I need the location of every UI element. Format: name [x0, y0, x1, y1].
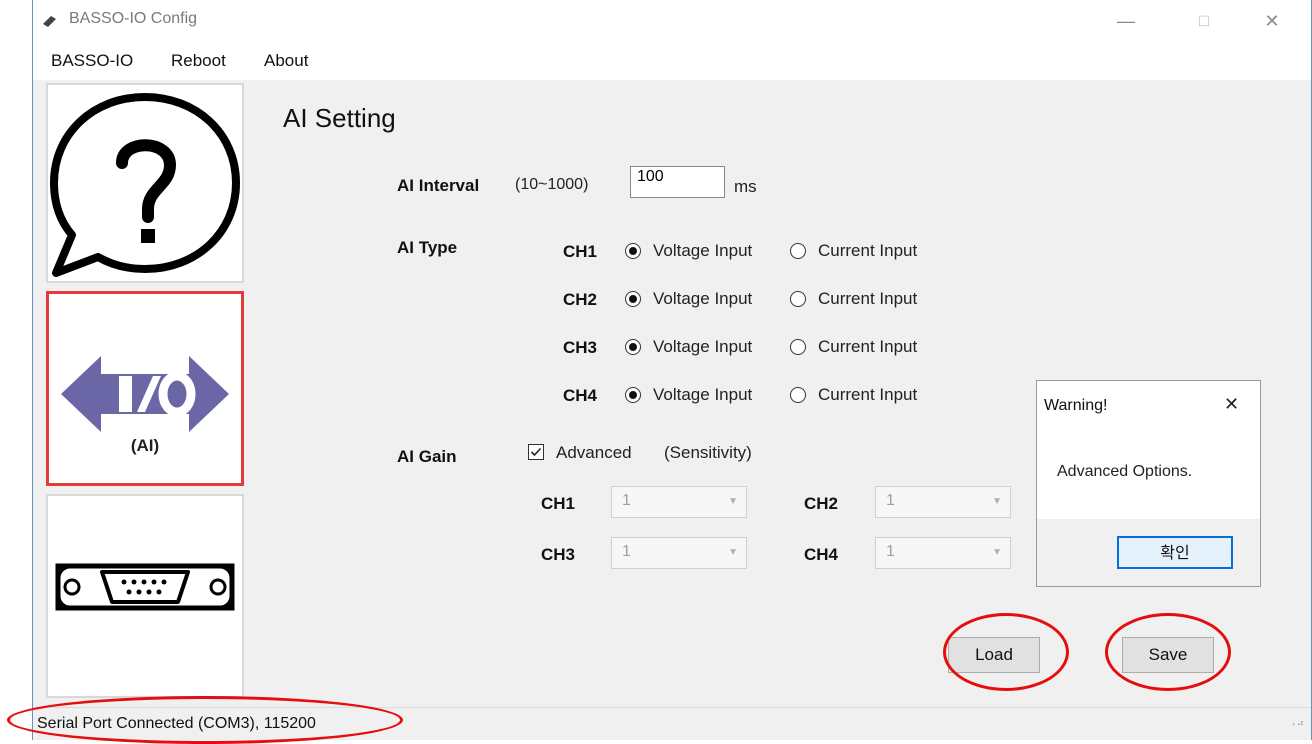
help-bubble-icon [50, 93, 240, 277]
gain-ch4-value: 1 [886, 543, 895, 560]
sidebar-item-serial[interactable] [46, 494, 244, 698]
ch3-current-radio[interactable] [790, 339, 806, 355]
sidebar-ai-label: (AI) [130, 436, 160, 455]
gain-ch1-label: CH1 [541, 494, 576, 513]
dialog-close-button[interactable]: ✕ [1224, 394, 1239, 415]
gain-ch1-value: 1 [622, 492, 631, 509]
ch4-voltage-label: Voltage Input [653, 385, 753, 404]
dialog-message: Advanced Options. [1057, 463, 1193, 480]
gain-ch2-value: 1 [886, 492, 895, 509]
ai-interval-label: AI Interval [397, 176, 480, 195]
gain-ch3-label: CH3 [541, 545, 576, 564]
ch4-current-radio[interactable] [790, 387, 806, 403]
gain-ch2-select[interactable]: 1 ▼ [875, 486, 1011, 518]
sidebar-item-help[interactable] [46, 83, 244, 283]
window-title: BASSO-IO Config [69, 10, 198, 27]
app-icon [43, 16, 56, 27]
io-arrow-icon [61, 356, 229, 432]
chevron-down-icon: ▼ [728, 547, 738, 558]
save-highlight-ring [1105, 613, 1231, 691]
type-ch2-label: CH2 [563, 290, 598, 309]
chevron-down-icon: ▼ [992, 496, 1002, 507]
ch3-voltage-label: Voltage Input [653, 337, 753, 356]
type-ch1-label: CH1 [563, 242, 598, 261]
ch3-voltage-radio[interactable] [625, 339, 641, 355]
ai-interval-input[interactable]: 100 [630, 166, 725, 198]
menu-bar: BASSO-IO Reboot About [33, 42, 1311, 80]
gain-ch4-label: CH4 [804, 545, 839, 564]
menu-reboot[interactable]: Reboot [171, 51, 226, 71]
page-title: AI Setting [283, 103, 396, 133]
maximize-button[interactable]: ☐ [1181, 6, 1227, 36]
close-button[interactable]: ✕ [1249, 6, 1295, 36]
sensitivity-label: (Sensitivity) [664, 443, 752, 462]
type-ch4-label: CH4 [563, 386, 598, 405]
warning-dialog: Warning! ✕ Advanced Options. 확인 [1036, 380, 1261, 587]
ch4-current-label: Current Input [818, 385, 918, 404]
sidebar-item-ai[interactable]: (AI) [46, 291, 244, 486]
load-highlight-ring [943, 613, 1069, 691]
gain-ch2-label: CH2 [804, 494, 839, 513]
minimize-button[interactable]: — [1103, 6, 1149, 36]
ch1-voltage-label: Voltage Input [653, 241, 753, 260]
menu-about[interactable]: About [264, 51, 308, 71]
ch4-voltage-radio[interactable] [625, 387, 641, 403]
ch3-current-label: Current Input [818, 337, 918, 356]
status-highlight-ring [7, 696, 403, 744]
ch2-current-label: Current Input [818, 289, 918, 308]
chevron-down-icon: ▼ [728, 496, 738, 507]
ai-type-label: AI Type [397, 238, 458, 257]
ch1-current-radio[interactable] [790, 243, 806, 259]
app-window: BASSO-IO Config — ☐ ✕ BASSO-IO Reboot Ab… [32, 0, 1312, 740]
ai-interval-unit: ms [734, 177, 757, 196]
type-ch3-label: CH3 [563, 338, 598, 357]
dialog-title: Warning! [1044, 397, 1108, 414]
ai-interval-range: (10~1000) [515, 176, 589, 193]
dialog-ok-button[interactable]: 확인 [1117, 536, 1233, 569]
ch2-current-radio[interactable] [790, 291, 806, 307]
ch1-voltage-radio[interactable] [625, 243, 641, 259]
title-bar: BASSO-IO Config — ☐ ✕ [33, 0, 1311, 42]
serial-port-icon [55, 563, 235, 611]
resize-grip-icon[interactable]: ⠠⠴ [1288, 718, 1305, 729]
checkmark-icon [530, 447, 542, 457]
advanced-label: Advanced [556, 443, 632, 462]
gain-ch4-select[interactable]: 1 ▼ [875, 537, 1011, 569]
ch1-current-label: Current Input [818, 241, 918, 260]
menu-basso-io[interactable]: BASSO-IO [51, 51, 133, 71]
ai-gain-label: AI Gain [397, 447, 457, 466]
gain-ch3-value: 1 [622, 543, 631, 560]
advanced-checkbox[interactable] [528, 444, 544, 460]
chevron-down-icon: ▼ [992, 547, 1002, 558]
dialog-body: Warning! ✕ Advanced Options. [1037, 381, 1260, 519]
gain-ch1-select[interactable]: 1 ▼ [611, 486, 747, 518]
ch2-voltage-label: Voltage Input [653, 289, 753, 308]
gain-ch3-select[interactable]: 1 ▼ [611, 537, 747, 569]
ch2-voltage-radio[interactable] [625, 291, 641, 307]
